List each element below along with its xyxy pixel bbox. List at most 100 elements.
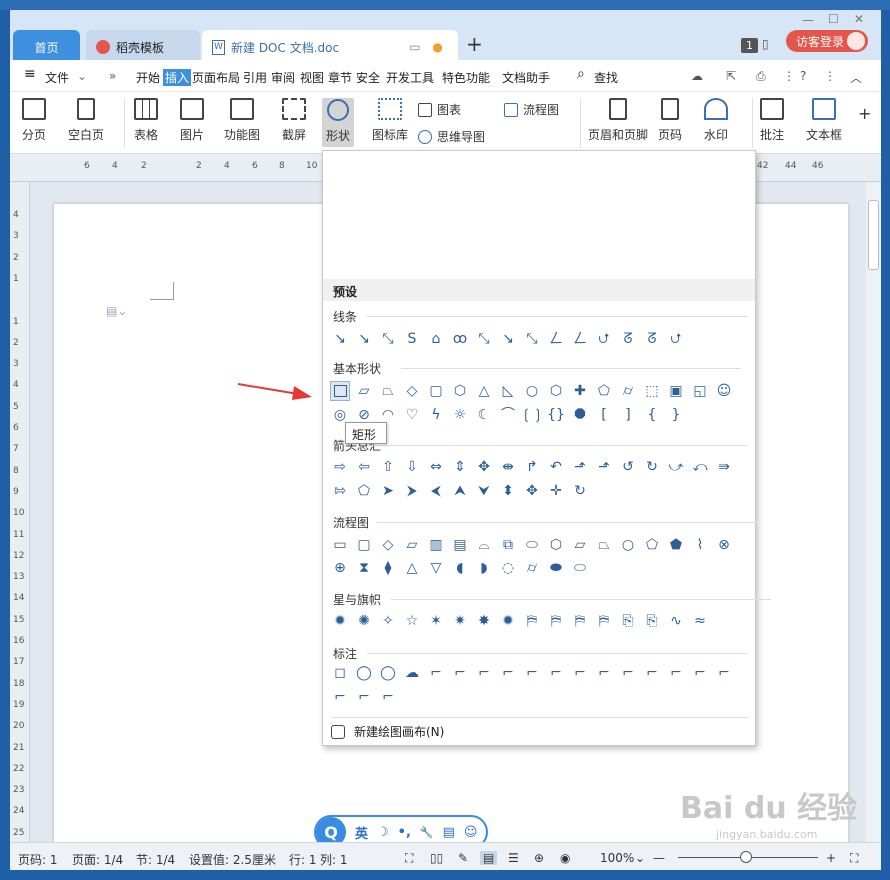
bent-connector-icon[interactable]: ㄥ [546,329,566,349]
menu-view[interactable]: 视图 [300,69,324,86]
heart-icon[interactable]: ♡ [402,405,422,425]
up-down-arrow-icon[interactable]: ⇕ [450,457,470,477]
flowchart-document-icon[interactable]: ⌓ [474,535,494,555]
cylinder-icon[interactable]: ⌭ [618,381,638,401]
zoom-out-icon[interactable]: — [653,851,665,865]
circular-arrow-icon[interactable]: ↻ [570,481,590,501]
cross-icon[interactable]: ✚ [570,381,590,401]
vertical-ruler[interactable]: 4 3 2 1 1 2 3 4 5 6 7 8 9 10 11 12 13 14 15 16 17 18 19 20 21 22 2… [10,182,30,859]
accent-callout2-icon[interactable]: ⌐ [546,663,566,683]
hexagon-icon[interactable]: ⬡ [546,381,566,401]
horizontal-scroll-icon[interactable]: ⎘ [642,611,662,631]
border-callout3-icon[interactable]: ⌐ [666,663,686,683]
border-callout2-icon[interactable]: ⌐ [642,663,662,683]
accent-border-callout4-icon[interactable]: ⌐ [378,687,398,707]
accent-callout4-icon[interactable]: ⌐ [594,663,614,683]
arc-icon[interactable]: ⌒ [498,405,518,425]
flowchart-process-icon[interactable]: ▭ [330,535,350,555]
curve-icon[interactable]: S [402,329,422,349]
help-icon[interactable]: ? [800,69,806,83]
right-arrow-callout-icon[interactable]: ⮞ [402,481,422,501]
smiley-icon[interactable]: ☺ [714,381,734,401]
menu-review[interactable]: 审阅 [271,69,295,86]
double-arrow-line-icon[interactable]: ⤡ [378,329,398,349]
striped-right-arrow-icon[interactable]: ⇛ [714,457,734,477]
curved-connector-icon[interactable]: ᘔ [618,329,638,349]
arrow-line-icon[interactable]: ↘ [354,329,374,349]
quad-arrow-callout-icon[interactable]: ✥ [522,481,542,501]
flowchart-card-icon[interactable]: ⬟ [666,535,686,555]
line-callout2-icon[interactable]: ⌐ [450,663,470,683]
double-brace-icon[interactable]: {} [546,405,566,425]
flowchart-alternate-process-icon[interactable]: ▢ [354,535,374,555]
menu-security[interactable]: 安全 [356,69,380,86]
cube-icon[interactable]: ⬚ [642,381,662,401]
more-tabs-icon[interactable]: » [109,69,116,83]
left-arrow-callout-icon[interactable]: ⮜ [426,481,446,501]
flowchart-connector-icon[interactable]: ○ [618,535,638,555]
tab-template[interactable]: 稻壳模板 [86,30,200,64]
page-break-button[interactable]: 分页 [22,98,46,143]
flowchart-data-icon[interactable]: ▱ [402,535,422,555]
more-options-icon[interactable]: ⋮ [783,69,795,83]
curved-arrow-icon[interactable]: ᘔ [642,329,662,349]
16-point-star-icon[interactable]: ✷ [450,611,470,631]
menu-more-icon[interactable]: ⋮ [824,69,836,83]
accent-callout3-icon[interactable]: ⌐ [570,663,590,683]
left-right-up-arrow-icon[interactable]: ⇼ [498,457,518,477]
flowchart-summing-icon[interactable]: ⊗ [714,535,734,555]
chevron-down-icon[interactable]: ⌄ [77,69,87,83]
minimize-icon[interactable]: — [802,13,814,27]
curved-up-arrow-icon[interactable]: ⤻ [666,457,686,477]
folded-corner-icon[interactable]: ◱ [690,381,710,401]
collapse-ribbon-icon[interactable]: ︿ [850,69,862,86]
left-right-arrow-icon[interactable]: ⇔ [426,457,446,477]
right-arrow-icon[interactable]: ⇨ [330,457,350,477]
curved-right-arrow-icon[interactable]: ↺ [618,457,638,477]
flowchart-delay-icon[interactable]: ◗ [474,558,494,578]
guest-login-button[interactable]: 访客登录 [786,30,868,52]
blank-page-button[interactable]: 空白页 [68,98,104,143]
elbow-connector-icon[interactable]: ⤡ [474,329,494,349]
fit-page-icon[interactable]: ⛶ [850,851,858,866]
pentagon-icon[interactable]: ⬠ [594,381,614,401]
up-arrow-icon[interactable]: ⇧ [378,457,398,477]
flowchart-merge-icon[interactable]: ▽ [426,558,446,578]
triangle-icon[interactable]: △ [474,381,494,401]
up-down-arrow-callout-icon[interactable]: ✛ [546,481,566,501]
menu-search[interactable]: 查找 [594,69,618,86]
32-point-star-icon[interactable]: ✹ [498,611,518,631]
zoom-dropdown-icon[interactable]: ⌄ [635,851,645,865]
accent-border-callout1-icon[interactable]: ⌐ [714,663,734,683]
rectangle-icon[interactable] [330,381,350,401]
textbox-button[interactable]: 文本框 [806,98,842,143]
close-icon[interactable]: ✕ [854,12,864,26]
flowchart-sequential-storage-icon[interactable]: ◌ [498,558,518,578]
quad-arrow-icon[interactable]: ✥ [474,457,494,477]
4-point-star-icon[interactable]: ✧ [378,611,398,631]
lightning-icon[interactable]: ϟ [426,405,446,425]
line-icon[interactable]: ↘ [330,329,350,349]
explosion2-icon[interactable]: ✺ [354,611,374,631]
curved-down-ribbon-icon[interactable]: ⛿ [594,611,614,631]
menu-doc-assistant[interactable]: 文档助手 [502,69,550,86]
double-wave-icon[interactable]: ≈ [690,611,710,631]
status-setting[interactable]: 设置值: 2.5厘米 [189,851,276,868]
ribbon-more-button[interactable]: + [858,104,871,123]
moon-icon[interactable]: ☾ [474,405,494,425]
flowchart-decision-icon[interactable]: ◇ [378,535,398,555]
rounded-rect-callout-icon[interactable]: ◯ [354,663,374,683]
rect-callout-icon[interactable]: ◻ [330,663,350,683]
scrollbar-thumb[interactable] [868,200,879,270]
curved-down-arrow-icon[interactable]: ⤺ [690,457,710,477]
status-section[interactable]: 节: 1/4 [136,851,175,868]
bent-arrow-icon[interactable]: ㄥ [570,329,590,349]
watermark-button[interactable]: 水印 [704,98,728,143]
flowchart-internal-storage-icon[interactable]: ▤ [450,535,470,555]
accent-border-callout3-icon[interactable]: ⌐ [354,687,374,707]
flowchart-stored-data-icon[interactable]: ◖ [450,558,470,578]
diamond-icon[interactable]: ◇ [402,381,422,401]
flowchart-or-icon[interactable]: ⊕ [330,558,350,578]
ime-language-toggle[interactable]: 英 [355,823,368,842]
flowchart-manual-input-icon[interactable]: ⏥ [570,535,590,555]
